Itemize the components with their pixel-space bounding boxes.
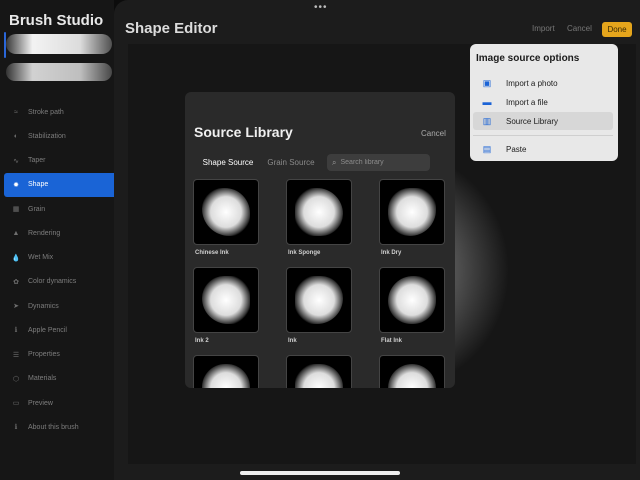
preview-icon: ▭ bbox=[12, 400, 20, 407]
sidebar-item-label: Stabilization bbox=[28, 132, 66, 140]
dynamics-icon: ➤ bbox=[13, 303, 19, 310]
done-button[interactable]: Done bbox=[602, 22, 632, 37]
sidebar-item-label: Materials bbox=[28, 375, 57, 383]
sidebar-item-shape[interactable]: ✹ Shape bbox=[4, 172, 114, 197]
grain-icon: ▦ bbox=[12, 206, 20, 213]
menu-item-folder[interactable]: ▬ Import a file bbox=[473, 93, 613, 111]
library-tile[interactable] bbox=[286, 267, 352, 333]
import-button[interactable]: Import bbox=[532, 24, 555, 33]
properties-icon: ☰ bbox=[12, 351, 20, 359]
sidebar-item-about[interactable]: ℹ About this brush bbox=[4, 415, 114, 439]
stroke-preview-top[interactable] bbox=[6, 34, 112, 54]
app-title: Brush Studio bbox=[9, 12, 104, 29]
cancel-button[interactable]: Cancel bbox=[567, 24, 592, 33]
library-grid: Chinese Ink Ink Sponge Ink Dry Ink 2 Ink Flat… bbox=[185, 176, 455, 388]
sidebar-item-label: Shape bbox=[28, 181, 49, 189]
library-tile-label: Ink Dry bbox=[381, 250, 402, 256]
search-icon: ⌕ bbox=[332, 157, 337, 167]
sidebar-item-label: Taper bbox=[28, 157, 46, 164]
sidebar-item-properties[interactable]: ☰ Properties bbox=[4, 343, 114, 367]
ink-shape-thumbnail bbox=[388, 188, 436, 236]
ink-shape-thumbnail bbox=[295, 188, 343, 236]
sidebar-item-label: About this brush bbox=[28, 423, 79, 431]
sidebar-item-preview[interactable]: ▭ Preview bbox=[4, 391, 114, 415]
sidebar-item-label: Dynamics bbox=[28, 302, 59, 310]
sidebar-item-stabilization[interactable]: ◐ Stabilization bbox=[4, 124, 114, 148]
menu-item-label: Import a file bbox=[506, 97, 548, 107]
folder-icon: ▬ bbox=[482, 97, 492, 107]
multitask-dots-icon[interactable]: ••• bbox=[314, 2, 328, 13]
home-indicator[interactable] bbox=[240, 471, 400, 475]
shape-icon: ✹ bbox=[13, 181, 19, 189]
sidebar-item-stroke-path[interactable]: ≈ Stroke path bbox=[4, 100, 114, 124]
search-field[interactable]: ⌕ bbox=[327, 154, 430, 171]
menu-item-label: Paste bbox=[506, 144, 527, 154]
library-tile[interactable] bbox=[286, 179, 352, 245]
menu-item-photo[interactable]: ▣ Import a photo bbox=[473, 74, 613, 92]
sidebar-item-wet-mix[interactable]: 💧 Wet Mix bbox=[4, 246, 114, 270]
library-tile-label: Ink Sponge bbox=[288, 250, 321, 256]
library-tile-label: Ink 2 bbox=[195, 338, 209, 344]
library-tile[interactable] bbox=[193, 355, 259, 388]
library-tile-label: Ink bbox=[288, 338, 297, 344]
color-dynamics-icon: ✿ bbox=[13, 278, 19, 286]
ink-shape-thumbnail bbox=[295, 276, 343, 324]
sidebar-item-rendering[interactable]: ▲ Rendering bbox=[4, 221, 114, 245]
library-tile[interactable] bbox=[379, 267, 445, 333]
library-tile[interactable] bbox=[193, 179, 259, 245]
stroke-preview-bottom[interactable] bbox=[6, 63, 112, 81]
apple-pencil-icon: ℹ bbox=[14, 327, 18, 335]
sidebar-item-color-dynamics[interactable]: ✿ Color dynamics bbox=[4, 270, 114, 294]
menu-item-label: Source Library bbox=[506, 116, 559, 126]
page-title: Shape Editor bbox=[125, 20, 218, 37]
tab-shape-source[interactable]: Shape Source bbox=[195, 153, 261, 171]
library-tile-label: Flat Ink bbox=[381, 338, 403, 344]
sidebar-item-label: Wet Mix bbox=[28, 254, 54, 261]
popover-divider bbox=[473, 135, 613, 136]
sidebar-item-dynamics[interactable]: ➤ Dynamics bbox=[4, 294, 114, 318]
sidebar-item-grain[interactable]: ▦ Grain bbox=[4, 197, 114, 221]
ink-shape-thumbnail bbox=[295, 364, 343, 388]
library-tile-label: Chinese Ink bbox=[195, 250, 229, 256]
library-tile[interactable] bbox=[286, 355, 352, 388]
about-icon: ℹ bbox=[14, 424, 18, 432]
sidebar-item-label: Color dynamics bbox=[28, 278, 77, 286]
sidebar-item-apple-pencil[interactable]: ℹ Apple Pencil bbox=[4, 318, 114, 342]
library-icon: ▥ bbox=[482, 115, 492, 126]
library-tile[interactable] bbox=[379, 355, 445, 388]
stabilization-icon: ◐ bbox=[13, 132, 19, 140]
ink-shape-thumbnail bbox=[388, 276, 436, 324]
sidebar-item-label: Preview bbox=[28, 399, 53, 407]
library-tile[interactable] bbox=[193, 267, 259, 333]
stroke-path-icon: ≈ bbox=[14, 108, 18, 116]
library-tile[interactable] bbox=[379, 179, 445, 245]
ink-shape-thumbnail bbox=[202, 188, 250, 236]
sidebar-item-materials[interactable]: ⬡ Materials bbox=[4, 367, 114, 391]
ink-shape-thumbnail bbox=[202, 364, 250, 388]
menu-item-library[interactable]: ▥ Source Library bbox=[473, 112, 613, 130]
sidebar-item-taper[interactable]: ∿ Taper bbox=[4, 149, 114, 173]
sidebar-item-label: Stroke path bbox=[28, 108, 64, 116]
ink-shape-thumbnail bbox=[202, 276, 250, 324]
paste-icon: ▤ bbox=[482, 143, 492, 154]
sidebar-item-label: Rendering bbox=[28, 229, 61, 237]
sidebar-item-label: Properties bbox=[28, 351, 60, 358]
sidebar-item-label: Apple Pencil bbox=[28, 326, 67, 334]
sidebar-item-label: Grain bbox=[28, 205, 46, 213]
materials-icon: ⬡ bbox=[12, 375, 20, 383]
modal-title: Source Library bbox=[194, 124, 293, 140]
ink-shape-thumbnail bbox=[388, 364, 436, 388]
tab-grain-source[interactable]: Grain Source bbox=[264, 153, 318, 171]
rendering-icon: ▲ bbox=[12, 229, 20, 237]
photo-icon: ▣ bbox=[482, 77, 492, 88]
wet-mix-icon: 💧 bbox=[11, 254, 21, 262]
menu-item-paste[interactable]: ▤ Paste bbox=[473, 140, 613, 158]
taper-icon: ∿ bbox=[13, 157, 19, 165]
library-cancel-button[interactable]: Cancel bbox=[421, 129, 446, 138]
popover-title: Image source options bbox=[476, 53, 580, 64]
search-input[interactable] bbox=[340, 159, 421, 166]
menu-item-label: Import a photo bbox=[506, 78, 558, 88]
